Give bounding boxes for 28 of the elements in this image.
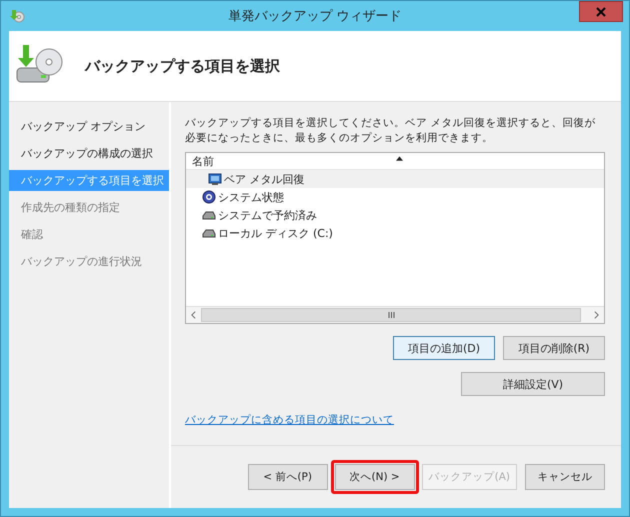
list-item[interactable]: システムで予約済み [186, 206, 604, 224]
window-title: 単発バックアップ ウィザード [228, 8, 402, 25]
close-button[interactable] [579, 1, 623, 22]
wizard-button[interactable]: < 前へ(P) [248, 464, 328, 490]
instruction-text: バックアップする項目を選択してください。ベア メタル回復を選択すると、回復が必要になったときに、最も多くのオプションを利用できます。 [185, 116, 596, 146]
list-item[interactable]: ベア メタル回復 [186, 170, 604, 188]
wizard-button[interactable]: キャンセル [525, 464, 605, 490]
list-item[interactable]: システム状態 [186, 188, 604, 206]
page-title: バックアップする項目を選択 [85, 56, 280, 76]
sort-arrow-icon [396, 156, 403, 161]
wizard-step[interactable]: バックアップの構成の選択 [9, 143, 169, 164]
wizard-step[interactable]: 作成先の種類の指定 [9, 197, 169, 218]
list-item[interactable]: ローカル ディスク (C:) [186, 224, 604, 242]
list-action-button[interactable]: 項目の削除(R) [503, 336, 605, 360]
close-icon [596, 6, 606, 16]
advanced-settings-button[interactable]: 詳細設定(V) [461, 372, 605, 396]
backup-icon [9, 8, 25, 24]
wizard-step[interactable]: バックアップの進行状況 [9, 251, 169, 272]
monitor-icon [208, 172, 222, 186]
grip-icon [388, 312, 394, 318]
wizard-button[interactable]: 次へ(N) > [334, 464, 415, 490]
wizard-step[interactable]: バックアップ オプション [9, 116, 169, 137]
wizard-step[interactable]: 確認 [9, 224, 169, 245]
list-action-button[interactable]: 項目の追加(D) [393, 336, 495, 360]
help-link[interactable]: バックアップに含める項目の選択について [185, 413, 394, 427]
scroll-right-icon[interactable] [594, 311, 599, 319]
scroll-left-icon[interactable] [191, 311, 196, 319]
horizontal-scrollbar[interactable] [186, 306, 604, 323]
